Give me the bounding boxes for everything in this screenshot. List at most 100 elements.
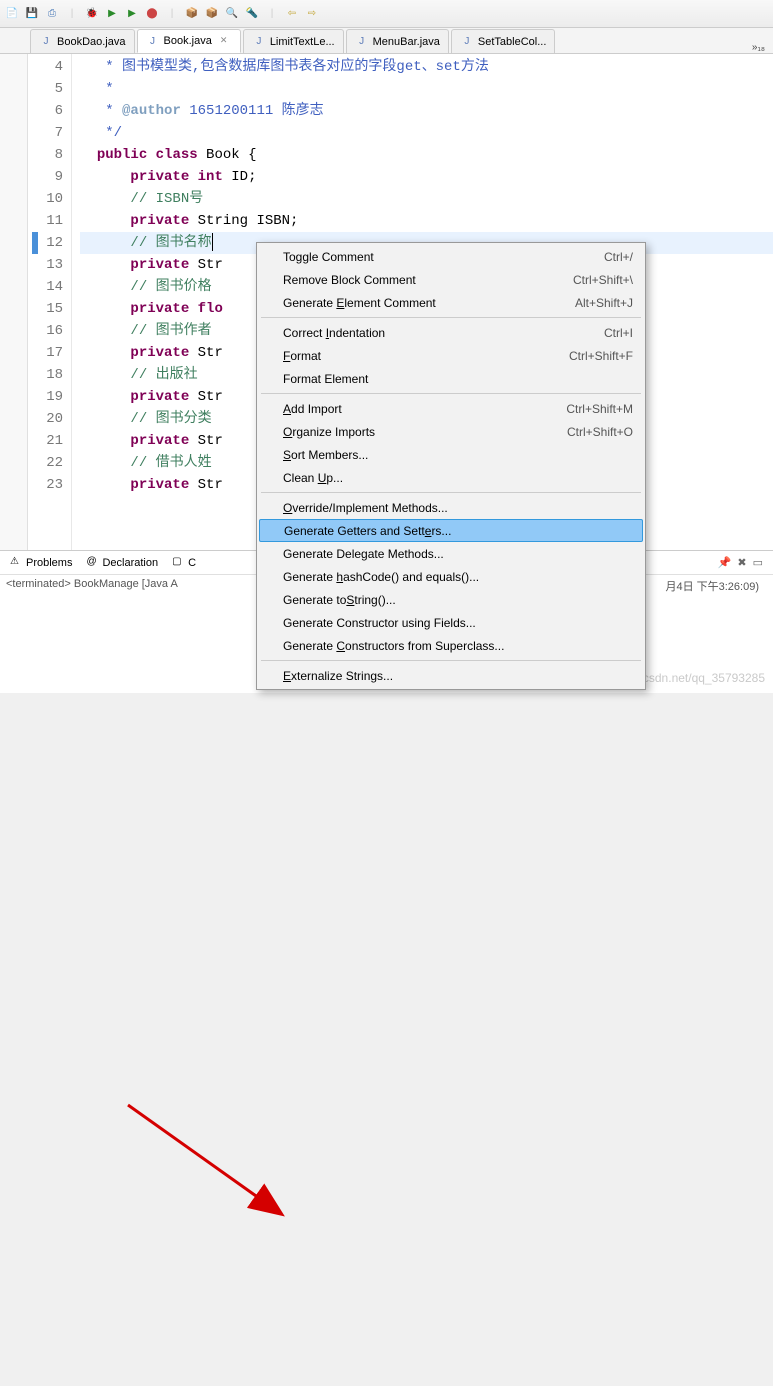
menu-shortcut: Ctrl+Shift+M	[566, 402, 633, 416]
menu-item[interactable]: FormatCtrl+Shift+F	[259, 344, 643, 367]
menu-label: Externalize Strings...	[283, 669, 633, 683]
toolbar-back-icon[interactable]: ⇦	[284, 6, 300, 22]
tab-close-icon[interactable]: ✕	[220, 35, 232, 47]
code-line[interactable]: * 图书模型类,包含数据库图书表各对应的字段get、set方法	[80, 56, 773, 78]
menu-label: Remove Block Comment	[283, 273, 573, 287]
java-file-icon: J	[355, 35, 369, 49]
code-line[interactable]: *	[80, 78, 773, 100]
line-number: 4	[28, 56, 63, 78]
menu-label: Override/Implement Methods...	[283, 501, 633, 515]
toolbar-type-icon[interactable]: 🔍	[224, 6, 240, 22]
line-number: 21	[28, 430, 63, 452]
editor-tab[interactable]: JBook.java✕	[137, 29, 241, 53]
menu-shortcut: Ctrl+/	[604, 250, 633, 264]
menu-label: Generate toString()...	[283, 593, 633, 607]
menu-shortcut: Ctrl+I	[604, 326, 633, 340]
menu-label: Generate Constructor using Fields...	[283, 616, 633, 630]
toolbar-sep2: |	[164, 6, 180, 22]
menu-item[interactable]: Format Element	[259, 367, 643, 390]
menu-label: Toggle Comment	[283, 250, 604, 264]
toolbar-runext-icon[interactable]: ▶	[124, 6, 140, 22]
editor-tab[interactable]: J MenuBar.java	[346, 29, 449, 53]
code-line[interactable]: // ISBN号	[80, 188, 773, 210]
menu-shortcut: Ctrl+Shift+F	[569, 349, 633, 363]
java-file-icon: J	[460, 35, 474, 49]
line-number: 22	[28, 452, 63, 474]
code-line[interactable]: private int ID;	[80, 166, 773, 188]
menu-item[interactable]: Generate Getters and Setters...	[259, 519, 643, 542]
menu-item[interactable]: Generate Element CommentAlt+Shift+J	[259, 291, 643, 314]
line-number: 13	[28, 254, 63, 276]
line-number: 6	[28, 100, 63, 122]
toolbar-pkg-icon[interactable]: 📦	[184, 6, 200, 22]
menu-item[interactable]: Generate Constructor using Fields...	[259, 611, 643, 634]
editor-tab[interactable]: JSetTableCol...	[451, 29, 555, 53]
menu-label: Add Import	[283, 402, 566, 416]
line-number: 19	[28, 386, 63, 408]
line-number: 7	[28, 122, 63, 144]
toolbar-ext-icon[interactable]: ⬤	[144, 6, 160, 22]
minimize-icon[interactable]: ▭	[753, 556, 763, 569]
menu-item[interactable]: Correct IndentationCtrl+I	[259, 321, 643, 344]
toolbar-search-icon[interactable]: 🔦	[244, 6, 260, 22]
toolbar-save-icon[interactable]: 💾	[24, 6, 40, 22]
toolbar-sep: |	[64, 6, 80, 22]
tab-icon: ⚠	[10, 556, 23, 569]
menu-label: Format Element	[283, 372, 633, 386]
toolbar-fwd-icon[interactable]: ⇨	[304, 6, 320, 22]
bottom-tab-label: Problems	[26, 557, 72, 569]
bottom-tab[interactable]: @Declaration	[80, 554, 164, 571]
menu-item[interactable]: Remove Block CommentCtrl+Shift+\	[259, 268, 643, 291]
menu-item[interactable]: Generate hashCode() and equals()...	[259, 565, 643, 588]
line-number: 17	[28, 342, 63, 364]
main-toolbar: 📄 💾 ⎙ | 🐞 ▶ ▶ ⬤ | 📦 📦 🔍 🔦 | ⇦ ⇨	[0, 0, 773, 28]
menu-label: Clean Up...	[283, 471, 633, 485]
menu-separator	[261, 317, 641, 318]
menu-item[interactable]: Generate toString()...	[259, 588, 643, 611]
toolbar-run-icon[interactable]: ▶	[104, 6, 120, 22]
menu-separator	[261, 660, 641, 661]
menu-item[interactable]: Generate Delegate Methods...	[259, 542, 643, 565]
line-number: 11	[28, 210, 63, 232]
pin-icon[interactable]: 📌	[718, 556, 732, 569]
toolbar-pkg2-icon[interactable]: 📦	[204, 6, 220, 22]
toolbar-saveall-icon[interactable]: ⎙	[44, 6, 60, 22]
editor-tab[interactable]: JBookDao.java	[30, 29, 135, 53]
source-context-menu: Toggle CommentCtrl+/Remove Block Comment…	[256, 242, 646, 690]
tab-label: Book.java	[164, 35, 212, 47]
left-ruler	[0, 54, 28, 550]
menu-label: Generate Getters and Setters...	[284, 524, 632, 538]
tab-label: MenuBar.java	[373, 36, 440, 48]
tab-label: BookDao.java	[57, 36, 126, 48]
menu-item[interactable]: Toggle CommentCtrl+/	[259, 245, 643, 268]
menu-item[interactable]: Override/Implement Methods...	[259, 496, 643, 519]
menu-item[interactable]: Sort Members...	[259, 443, 643, 466]
menu-shortcut: Ctrl+Shift+O	[567, 425, 633, 439]
line-number: 9	[28, 166, 63, 188]
toolbar-debug-icon[interactable]: 🐞	[84, 6, 100, 22]
tabs-overflow[interactable]: »₁₈	[744, 42, 773, 53]
menu-label: Correct Indentation	[283, 326, 604, 340]
menu-item[interactable]: Organize ImportsCtrl+Shift+O	[259, 420, 643, 443]
editor-tab[interactable]: J LimitTextLe...	[243, 29, 344, 53]
menu-item[interactable]: Generate Constructors from Superclass...	[259, 634, 643, 657]
menu-label: Format	[283, 349, 569, 363]
close-console-icon[interactable]: ✖	[737, 556, 746, 569]
tab-label: LimitTextLe...	[270, 36, 335, 48]
menu-label: Generate Constructors from Superclass...	[283, 639, 633, 653]
code-line[interactable]: private String ISBN;	[80, 210, 773, 232]
code-line[interactable]: * @author 1651200111 陈彦志	[80, 100, 773, 122]
menu-item[interactable]: Add ImportCtrl+Shift+M	[259, 397, 643, 420]
code-line[interactable]: */	[80, 122, 773, 144]
menu-item[interactable]: Externalize Strings...	[259, 664, 643, 687]
menu-label: Generate hashCode() and equals()...	[283, 570, 633, 584]
menu-separator	[261, 492, 641, 493]
menu-item[interactable]: Clean Up...	[259, 466, 643, 489]
java-file-icon: J	[252, 35, 266, 49]
line-number: 20	[28, 408, 63, 430]
bottom-tab[interactable]: ⚠Problems	[4, 554, 78, 571]
code-line[interactable]: public class Book {	[80, 144, 773, 166]
bottom-tab-label: C	[188, 557, 196, 569]
toolbar-new-icon[interactable]: 📄	[4, 6, 20, 22]
bottom-tab[interactable]: ▢C	[166, 554, 202, 571]
